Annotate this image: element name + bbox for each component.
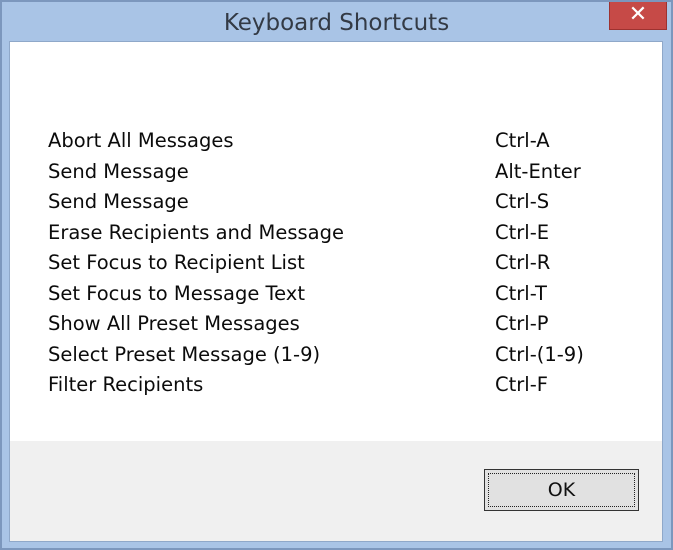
ok-button[interactable]: OK	[484, 469, 639, 511]
shortcut-list: Abort All Messages Ctrl-A Send Message A…	[48, 126, 648, 401]
shortcut-keys: Ctrl-E	[495, 220, 550, 244]
shortcut-action: Set Focus to Message Text	[48, 281, 305, 305]
shortcuts-panel: Abort All Messages Ctrl-A Send Message A…	[10, 42, 662, 441]
shortcut-keys: Ctrl-T	[495, 281, 547, 305]
shortcut-action: Filter Recipients	[48, 373, 204, 396]
close-icon: ✕	[628, 2, 648, 27]
shortcut-action: Abort All Messages	[48, 129, 234, 152]
shortcut-row: Set Focus to Message Text Ctrl-T	[48, 279, 648, 310]
shortcut-row: Abort All Messages Ctrl-A	[48, 126, 648, 157]
shortcut-row: Filter Recipients Ctrl-F	[48, 370, 648, 401]
shortcut-keys: Ctrl-A	[495, 129, 550, 152]
shortcut-keys: Ctrl-P	[495, 312, 549, 335]
dialog-body: Abort All Messages Ctrl-A Send Message A…	[9, 41, 663, 542]
shortcut-row: Show All Preset Messages Ctrl-P	[48, 309, 648, 340]
dialog-title: Keyboard Shortcuts	[223, 10, 450, 36]
shortcut-action: Select Preset Message (1-9)	[48, 342, 321, 366]
dialog-window: Keyboard Shortcuts ✕ Abort All Messages …	[0, 0, 673, 550]
shortcut-action: Send Message	[48, 190, 189, 213]
shortcut-action: Send Message	[48, 159, 189, 183]
title-bar[interactable]: Keyboard Shortcuts ✕	[2, 2, 671, 42]
shortcut-keys: Ctrl-F	[495, 373, 548, 396]
shortcut-keys: Alt-Enter	[495, 159, 581, 183]
close-button[interactable]: ✕	[609, 2, 667, 30]
shortcut-row: Set Focus to Recipient List Ctrl-R	[48, 248, 648, 279]
shortcut-keys: Ctrl-R	[495, 251, 551, 274]
shortcut-keys: Ctrl-S	[495, 190, 550, 213]
shortcut-row: Erase Recipients and Message Ctrl-E	[48, 218, 648, 249]
shortcut-row: Select Preset Message (1-9) Ctrl-(1-9)	[48, 340, 648, 371]
shortcut-row: Send Message Alt-Enter	[48, 157, 648, 188]
shortcut-action: Set Focus to Recipient List	[48, 251, 305, 274]
shortcut-row: Send Message Ctrl-S	[48, 187, 648, 218]
ok-button-label: OK	[488, 473, 635, 507]
shortcut-keys: Ctrl-(1-9)	[495, 342, 584, 366]
shortcut-action: Show All Preset Messages	[48, 312, 300, 335]
shortcut-action: Erase Recipients and Message	[48, 220, 344, 244]
